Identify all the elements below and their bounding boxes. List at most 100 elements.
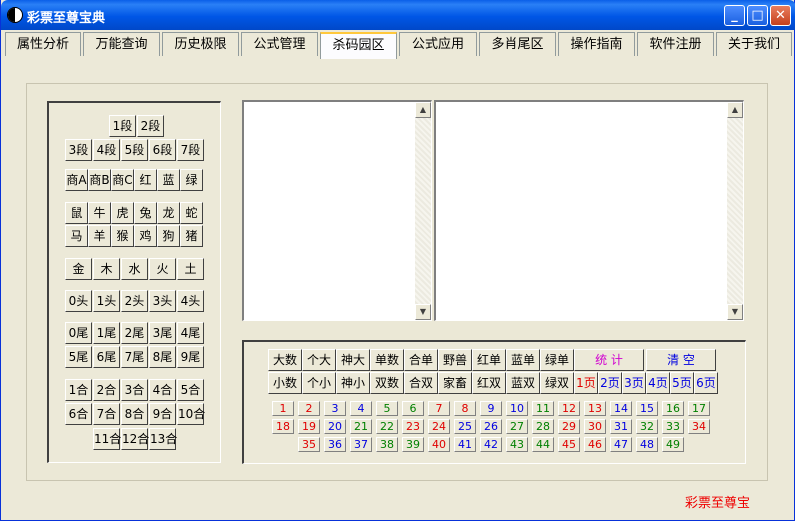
scroll-up-icon[interactable]: ▲ [727,102,743,118]
btn-sums-7[interactable]: 8合 [121,403,148,425]
number-button[interactable]: 23 [402,419,424,434]
page-button-2[interactable]: 2页 [598,372,622,394]
number-button[interactable]: 1 [272,401,294,416]
btn-heads-2[interactable]: 2头 [121,290,148,312]
btn-sums-10[interactable]: 11合 [93,428,121,450]
number-button[interactable]: 41 [454,437,476,452]
btn-zodiac-3[interactable]: 兔 [134,202,157,224]
tab-7[interactable]: 多肖尾区 [479,32,556,56]
btn-zodiac-11[interactable]: 猪 [180,225,203,247]
filter-14[interactable]: 合双 [404,372,438,394]
tab-5[interactable]: 杀码园区 [320,32,397,59]
number-button[interactable]: 9 [480,401,502,416]
tab-1[interactable]: 属性分析 [5,32,81,56]
btn-elements-2[interactable]: 水 [121,258,148,280]
number-button[interactable]: 7 [428,401,450,416]
number-button[interactable]: 27 [506,419,528,434]
filter-17[interactable]: 蓝双 [506,372,540,394]
btn-sums-3[interactable]: 4合 [149,379,176,401]
clear-button[interactable]: 清 空 [646,349,716,371]
number-button[interactable]: 32 [636,419,658,434]
filter-13[interactable]: 双数 [370,372,404,394]
filter-3[interactable]: 神大 [336,349,370,371]
scroll-down-icon[interactable]: ▼ [415,304,431,320]
number-button[interactable]: 44 [532,437,554,452]
number-button[interactable]: 25 [454,419,476,434]
btn-sums-8[interactable]: 9合 [149,403,176,425]
page-button-3[interactable]: 3页 [622,372,646,394]
filter-16[interactable]: 红双 [472,372,506,394]
btn-segments-5[interactable]: 6段 [149,139,176,161]
btn-zodiac-7[interactable]: 羊 [88,225,111,247]
btn-zodiac-4[interactable]: 龙 [157,202,180,224]
number-button[interactable]: 15 [636,401,658,416]
btn-sums-12[interactable]: 13合 [149,428,177,450]
number-button[interactable]: 6 [402,401,424,416]
number-button[interactable]: 3 [324,401,346,416]
page-button-5[interactable]: 5页 [670,372,694,394]
scroll-down-icon[interactable]: ▼ [727,304,743,320]
number-button[interactable]: 22 [376,419,398,434]
filter-5[interactable]: 合单 [404,349,438,371]
number-button[interactable]: 43 [506,437,528,452]
filter-1[interactable]: 大数 [268,349,302,371]
btn-tails-1[interactable]: 1尾 [93,322,120,344]
btn-zodiac-6[interactable]: 马 [65,225,88,247]
tab-2[interactable]: 万能查询 [83,32,160,56]
btn-business-2[interactable]: 商C [111,169,134,191]
number-button[interactable]: 49 [662,437,684,452]
btn-tails-8[interactable]: 8尾 [149,346,176,368]
number-button[interactable]: 10 [506,401,528,416]
page-button-6[interactable]: 6页 [694,372,718,394]
btn-heads-0[interactable]: 0头 [65,290,92,312]
btn-segments-2[interactable]: 3段 [65,139,92,161]
number-button[interactable]: 31 [610,419,632,434]
btn-business-5[interactable]: 绿 [180,169,203,191]
btn-zodiac-1[interactable]: 牛 [88,202,111,224]
number-button[interactable]: 4 [350,401,372,416]
maximize-button[interactable]: □ [747,5,768,26]
scroll-up-icon[interactable]: ▲ [415,102,431,118]
btn-elements-0[interactable]: 金 [65,258,92,280]
filter-10[interactable]: 小数 [268,372,302,394]
btn-zodiac-8[interactable]: 猴 [111,225,134,247]
btn-segments-4[interactable]: 5段 [121,139,148,161]
filter-7[interactable]: 红单 [472,349,506,371]
filter-6[interactable]: 野兽 [438,349,472,371]
tab-10[interactable]: 关于我们 [716,32,792,56]
number-button[interactable]: 24 [428,419,450,434]
number-button[interactable]: 21 [350,419,372,434]
scrollbar[interactable]: ▲ ▼ [727,102,743,320]
title-bar[interactable]: 彩票至尊宝典 _ □ ✕ [1,0,795,30]
btn-sums-5[interactable]: 6合 [65,403,92,425]
result-textbox-right[interactable]: ▲ ▼ [434,100,744,321]
btn-sums-0[interactable]: 1合 [65,379,92,401]
number-button[interactable]: 38 [376,437,398,452]
number-button[interactable]: 29 [558,419,580,434]
number-button[interactable]: 19 [298,419,320,434]
number-button[interactable]: 2 [298,401,320,416]
number-button[interactable]: 36 [324,437,346,452]
btn-sums-2[interactable]: 3合 [121,379,148,401]
btn-elements-3[interactable]: 火 [149,258,176,280]
number-button[interactable]: 14 [610,401,632,416]
number-button[interactable]: 16 [662,401,684,416]
btn-business-1[interactable]: 商B [88,169,111,191]
scrollbar[interactable]: ▲ ▼ [415,102,431,320]
tab-3[interactable]: 历史极限 [162,32,239,56]
btn-tails-4[interactable]: 4尾 [177,322,204,344]
btn-tails-3[interactable]: 3尾 [149,322,176,344]
btn-segments-6[interactable]: 7段 [177,139,204,161]
number-button[interactable]: 35 [298,437,320,452]
btn-tails-5[interactable]: 5尾 [65,346,92,368]
btn-business-0[interactable]: 商A [65,169,88,191]
number-button[interactable]: 30 [584,419,606,434]
minimize-button[interactable]: _ [724,5,745,26]
number-button[interactable]: 37 [350,437,372,452]
btn-segments-1[interactable]: 2段 [137,115,164,137]
number-button[interactable]: 5 [376,401,398,416]
number-button[interactable]: 11 [532,401,554,416]
btn-zodiac-9[interactable]: 鸡 [134,225,157,247]
btn-business-3[interactable]: 红 [134,169,157,191]
tab-4[interactable]: 公式管理 [241,32,318,56]
